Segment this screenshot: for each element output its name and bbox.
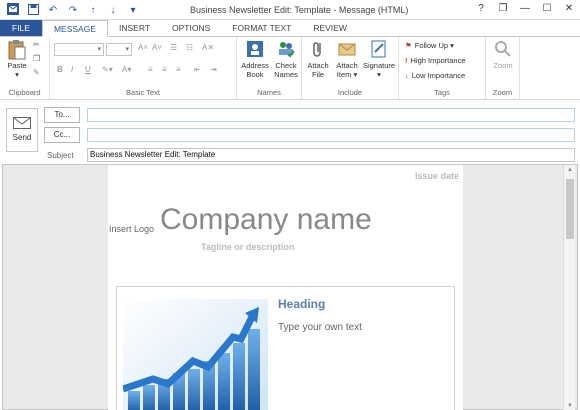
- paperclip-icon: [308, 39, 328, 59]
- title-bar: ↶ ↷ ↑ ↓ ▾ Business Newsletter Edit: Temp…: [0, 0, 580, 20]
- flag-icon: ⚑: [405, 41, 412, 50]
- clear-formatting-icon[interactable]: A✕: [202, 43, 214, 52]
- ribbon-display-icon[interactable]: ❐: [496, 2, 510, 16]
- save-icon[interactable]: [26, 3, 40, 18]
- send-button[interactable]: Send: [6, 108, 38, 152]
- customize-qat-icon[interactable]: ▾: [126, 5, 140, 16]
- undo-icon[interactable]: ↶: [46, 5, 60, 16]
- subject-field[interactable]: Business Newsletter Edit: Template: [87, 148, 575, 162]
- scroll-down-icon[interactable]: ▼: [564, 403, 576, 409]
- zoom-group-label: Zoom: [492, 88, 513, 97]
- high-importance-icon: !: [405, 56, 408, 65]
- help-icon[interactable]: ?: [474, 2, 488, 16]
- address-book-icon: [245, 39, 265, 59]
- names-group-label: Names: [257, 88, 281, 97]
- envelope-icon: [337, 39, 357, 59]
- message-body-area[interactable]: Issue date Insert Logo Company name Tagl…: [2, 164, 578, 410]
- compose-header: Send To... Cc... Subject Business Newsle…: [0, 100, 580, 164]
- zoom-button[interactable]: Zoom: [489, 39, 517, 70]
- to-button[interactable]: To...: [44, 107, 80, 123]
- grow-font-icon[interactable]: A˄: [138, 43, 148, 52]
- attach-file-button[interactable]: Attach File: [304, 39, 332, 79]
- font-size-combo[interactable]: ▾: [106, 43, 132, 56]
- insert-logo-placeholder[interactable]: Insert Logo: [109, 224, 154, 234]
- cc-field[interactable]: [87, 128, 575, 142]
- to-field[interactable]: [87, 108, 575, 122]
- up-arrow-icon[interactable]: ↑: [86, 5, 100, 16]
- address-book-button[interactable]: Address Book: [240, 39, 270, 79]
- company-name[interactable]: Company name: [160, 203, 372, 237]
- italic-button[interactable]: I: [71, 65, 73, 74]
- clipboard-group: Paste ▾ ✂ ❐ ✎ Clipboard: [0, 37, 50, 99]
- close-icon[interactable]: ✕: [562, 2, 576, 16]
- copy-icon[interactable]: ❐: [33, 54, 40, 63]
- align-right-icon[interactable]: ≡: [176, 65, 181, 74]
- decrease-indent-icon[interactable]: ⇤: [194, 65, 201, 74]
- newsletter-document[interactable]: Issue date Insert Logo Company name Tagl…: [108, 165, 463, 410]
- names-group: Address Book Check Names Names: [237, 37, 302, 99]
- ribbon: Paste ▾ ✂ ❐ ✎ Clipboard ▾ ▾ A˄ A˅ ☰ ☷ A✕…: [0, 37, 580, 100]
- check-names-icon: [276, 39, 296, 59]
- signature-icon: [369, 39, 389, 59]
- attach-item-button[interactable]: Attach Item ▾: [333, 39, 361, 79]
- highlight-icon[interactable]: ✎▾: [102, 65, 113, 74]
- bold-button[interactable]: B: [57, 65, 63, 74]
- format-painter-icon[interactable]: ✎: [33, 68, 40, 77]
- tab-message[interactable]: MESSAGE: [41, 20, 108, 37]
- tags-group: ⚑ Follow Up ▾ ! High Importance ↓ Low Im…: [399, 37, 486, 99]
- signature-button[interactable]: Signature ▾: [362, 39, 396, 79]
- basic-text-group: ▾ ▾ A˄ A˅ ☰ ☷ A✕ B I U ✎▾ A▾ ≡ ≡ ≡ ⇤ ⇥ B…: [50, 37, 237, 99]
- quick-access-toolbar: ↶ ↷ ↑ ↓ ▾: [6, 3, 140, 18]
- numbering-icon[interactable]: ☷: [186, 43, 193, 52]
- issue-date[interactable]: Issue date: [415, 171, 459, 181]
- minimize-icon[interactable]: —: [518, 2, 532, 16]
- paste-icon: [7, 39, 27, 60]
- basic-text-group-label: Basic Text: [125, 88, 161, 97]
- article-card: Heading Type your own text: [116, 286, 455, 410]
- low-importance-icon: ↓: [405, 71, 409, 80]
- underline-button[interactable]: U: [85, 65, 91, 74]
- tab-format-text[interactable]: FORMAT TEXT: [221, 20, 302, 36]
- cc-button[interactable]: Cc...: [44, 127, 80, 143]
- font-color-icon[interactable]: A▾: [122, 65, 131, 74]
- tab-options[interactable]: OPTIONS: [161, 20, 221, 36]
- align-left-icon[interactable]: ≡: [148, 65, 153, 74]
- down-arrow-icon[interactable]: ↓: [106, 5, 120, 16]
- bullets-icon[interactable]: ☰: [170, 43, 177, 52]
- outlook-icon: [6, 3, 20, 18]
- zoom-group: Zoom Zoom: [486, 37, 520, 99]
- font-name-combo[interactable]: ▾: [54, 43, 104, 56]
- article-heading[interactable]: Heading: [278, 297, 325, 311]
- clipboard-group-label: Clipboard: [8, 88, 41, 97]
- maximize-icon[interactable]: ☐: [540, 2, 554, 16]
- tab-insert[interactable]: INSERT: [108, 20, 161, 36]
- tags-group-label: Tags: [434, 88, 450, 97]
- low-importance-button[interactable]: ↓ Low Importance: [405, 71, 465, 80]
- include-group: Attach File Attach Item ▾ Signature ▾ In…: [302, 37, 399, 99]
- align-center-icon[interactable]: ≡: [162, 65, 167, 74]
- shrink-font-icon[interactable]: A˅: [152, 43, 162, 52]
- growth-chart-image: [123, 299, 268, 410]
- send-icon: [13, 117, 31, 129]
- follow-up-button[interactable]: ⚑ Follow Up ▾: [405, 41, 454, 50]
- tagline[interactable]: Tagline or description: [201, 242, 294, 252]
- check-names-button[interactable]: Check Names: [271, 39, 301, 79]
- cut-icon[interactable]: ✂: [33, 40, 40, 49]
- vertical-scrollbar[interactable]: ▲ ▼: [563, 165, 575, 410]
- scrollbar-thumb[interactable]: [566, 179, 574, 239]
- include-group-label: Include: [337, 88, 363, 97]
- high-importance-button[interactable]: ! High Importance: [405, 56, 466, 65]
- increase-indent-icon[interactable]: ⇥: [210, 65, 217, 74]
- subject-label: Subject: [47, 151, 74, 160]
- article-body-text[interactable]: Type your own text: [278, 322, 362, 333]
- tab-review[interactable]: REVIEW: [302, 20, 358, 36]
- scroll-up-icon[interactable]: ▲: [564, 167, 576, 173]
- tab-file[interactable]: FILE: [0, 20, 42, 36]
- paste-button[interactable]: Paste ▾: [5, 39, 29, 79]
- ribbon-tabs: FILE MESSAGE INSERT OPTIONS FORMAT TEXT …: [0, 20, 580, 37]
- redo-icon[interactable]: ↷: [66, 5, 80, 16]
- window-title: Business Newsletter Edit: Template - Mes…: [190, 5, 409, 15]
- magnifier-icon: [493, 39, 513, 59]
